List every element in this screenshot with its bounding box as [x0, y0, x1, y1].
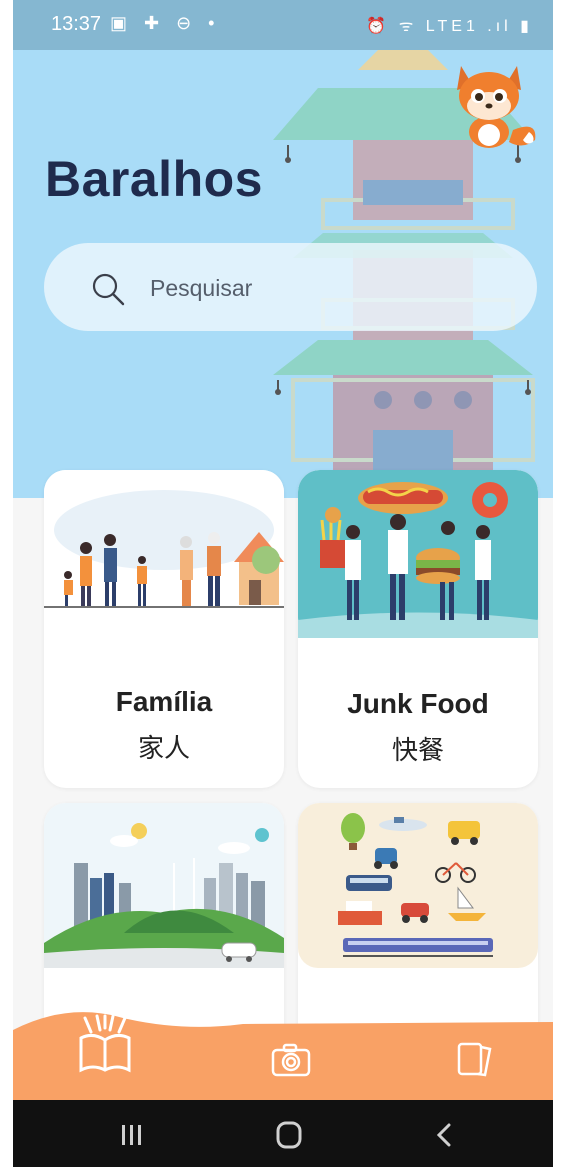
- notification-icons: ▣ ✚ ⊖ •: [110, 13, 221, 33]
- system-status-icons: ⏰ ᯤ LTE1 .ıl ▮: [366, 18, 533, 35]
- deck-title: Junk Food: [347, 688, 489, 719]
- cards-icon[interactable]: [456, 1041, 494, 1077]
- recent-apps-button[interactable]: [120, 1124, 144, 1146]
- transport-illustration: [298, 803, 538, 968]
- back-button[interactable]: [435, 1122, 453, 1148]
- hero-header: 13:37 ▣ ✚ ⊖ • ⏰ ᯤ LTE1 .ıl ▮ Baralhos: [13, 0, 553, 498]
- deck-subtitle: 快餐: [391, 736, 444, 766]
- page-title: Baralhos: [45, 151, 263, 207]
- search-input[interactable]: [148, 265, 512, 311]
- family-illustration: [44, 470, 284, 620]
- home-button[interactable]: [276, 1121, 302, 1149]
- deck-card-familia[interactable]: Família 家人: [44, 470, 284, 788]
- app-screen: 13:37 ▣ ✚ ⊖ • ⏰ ᯤ LTE1 .ıl ▮ Baralhos Pe…: [13, 0, 553, 1167]
- status-time: 13:37: [51, 13, 102, 35]
- search-bar[interactable]: [44, 243, 537, 331]
- open-book-icon[interactable]: [75, 1014, 135, 1076]
- fox-mascot-icon: [457, 66, 536, 148]
- search-icon[interactable]: [90, 271, 126, 307]
- system-navigation-bar: [13, 1100, 553, 1167]
- camera-icon[interactable]: [271, 1043, 311, 1077]
- status-bar: 13:37 ▣ ✚ ⊖ • ⏰ ᯤ LTE1 .ıl ▮: [13, 0, 553, 50]
- deck-card-junk-food[interactable]: Junk Food 快餐: [298, 470, 538, 788]
- junk-food-illustration: [298, 470, 538, 638]
- deck-title: Família: [115, 686, 213, 717]
- city-illustration: [44, 803, 284, 968]
- deck-subtitle: 家人: [137, 734, 190, 764]
